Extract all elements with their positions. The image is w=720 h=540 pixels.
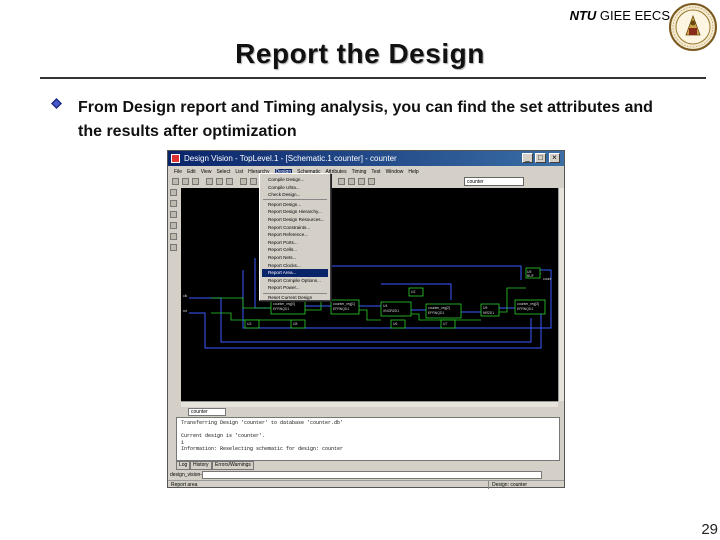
menu-item-report-compile-options[interactable]: Report Compile Options... bbox=[262, 277, 328, 285]
svg-text:EFRNQD1: EFRNQD1 bbox=[428, 311, 444, 315]
svg-text:XNOR2D1: XNOR2D1 bbox=[383, 309, 399, 313]
copy-icon[interactable] bbox=[216, 178, 223, 185]
svg-text:U4: U4 bbox=[383, 304, 387, 308]
svg-text:EFRNQD1: EFRNQD1 bbox=[517, 307, 533, 311]
design-select[interactable]: counter bbox=[464, 177, 524, 186]
menu-item-compile-ultra[interactable]: Compile Ultra... bbox=[262, 184, 328, 192]
menu-item-report-cells[interactable]: Report Cells... bbox=[262, 246, 328, 254]
hierarchy-icon[interactable] bbox=[358, 178, 365, 185]
menu-test[interactable]: Test bbox=[371, 169, 380, 175]
svg-text:EFRNQD1: EFRNQD1 bbox=[273, 307, 289, 311]
slide-title: Report the Design bbox=[235, 38, 485, 69]
save-icon[interactable] bbox=[192, 178, 199, 185]
maximize-icon[interactable]: □ bbox=[535, 153, 546, 163]
svg-text:counter_reg[0]: counter_reg[0] bbox=[273, 302, 295, 306]
zoom-in-icon[interactable] bbox=[240, 178, 247, 185]
menu-item-report-constraints[interactable]: Report Constraints... bbox=[262, 224, 328, 232]
schematic-canvas[interactable]: clk rst count counter_reg[0] EFRNQD1 cou… bbox=[181, 188, 558, 401]
menu-view[interactable]: View bbox=[201, 169, 212, 175]
open-icon[interactable] bbox=[182, 178, 189, 185]
zoom-tool-icon[interactable] bbox=[170, 200, 177, 207]
status-bar: Report area Design: counter bbox=[168, 480, 564, 489]
menu-file[interactable]: File bbox=[174, 169, 182, 175]
tab-history[interactable]: History bbox=[190, 461, 212, 470]
close-icon[interactable]: × bbox=[549, 153, 560, 163]
zoom-out-icon[interactable] bbox=[250, 178, 257, 185]
menu-item-report-design-resources[interactable]: Report Design Resources... bbox=[262, 216, 328, 224]
canvas-vertical-scrollbar[interactable] bbox=[558, 188, 564, 401]
svg-text:EFRNQD1: EFRNQD1 bbox=[333, 307, 349, 311]
svg-text:U6: U6 bbox=[393, 322, 397, 326]
menu-edit[interactable]: Edit bbox=[187, 169, 196, 175]
select-tool-icon[interactable] bbox=[170, 189, 177, 196]
svg-text:U8: U8 bbox=[293, 322, 297, 326]
pan-tool-icon[interactable] bbox=[170, 222, 177, 229]
app-window: Design Vision - TopLevel.1 - [Schematic.… bbox=[167, 150, 565, 489]
svg-text:rst: rst bbox=[183, 309, 187, 313]
menu-select[interactable]: Select bbox=[216, 169, 230, 175]
status-design: Design: counter bbox=[488, 481, 548, 489]
svg-text:count: count bbox=[543, 277, 551, 281]
tab-schematic-counter[interactable]: counter bbox=[188, 408, 226, 416]
menu-item-report-ports[interactable]: Report Ports... bbox=[262, 239, 328, 247]
menu-bar: File Edit View Select List Hierarchy Design Sch… bbox=[168, 167, 564, 177]
menu-item-report-area[interactable]: Report Area... bbox=[262, 269, 328, 277]
tab-errors-warnings[interactable]: Errors/Warnings bbox=[212, 461, 254, 470]
menu-item-report-reference[interactable]: Report Reference... bbox=[262, 231, 328, 239]
svg-text:NR2D1: NR2D1 bbox=[483, 311, 494, 315]
svg-text:U9: U9 bbox=[483, 306, 487, 310]
window-titlebar[interactable]: Design Vision - TopLevel.1 - [Schematic.… bbox=[168, 151, 564, 166]
tab-log[interactable]: Log bbox=[176, 461, 191, 470]
title-divider bbox=[40, 77, 706, 79]
minimize-icon[interactable]: _ bbox=[522, 153, 533, 163]
schematic-icon[interactable] bbox=[338, 178, 345, 185]
new-icon[interactable] bbox=[172, 178, 179, 185]
console-line: Information: Reselecting schematic for d… bbox=[181, 446, 344, 452]
org-dept: GIEE EECS bbox=[596, 8, 670, 23]
histogram-icon[interactable] bbox=[368, 178, 375, 185]
zoom-fit-icon[interactable] bbox=[170, 211, 177, 218]
org-label: NTU GIEE EECS bbox=[520, 8, 670, 23]
symbol-icon[interactable] bbox=[348, 178, 355, 185]
menu-item-report-design-hierarchy[interactable]: Report Design Hierarchy... bbox=[262, 208, 328, 216]
svg-text:U3: U3 bbox=[247, 322, 251, 326]
command-row: design_vision-xg-t> bbox=[170, 471, 562, 479]
org-abbrev: NTU bbox=[569, 8, 597, 23]
svg-text:counter_reg[1]: counter_reg[1] bbox=[333, 302, 355, 306]
svg-text:U7: U7 bbox=[443, 322, 447, 326]
page-number: 29 bbox=[701, 521, 718, 538]
menu-help[interactable]: Help bbox=[408, 169, 418, 175]
svg-text:clk: clk bbox=[183, 294, 187, 298]
menu-item-report-clocks[interactable]: Report Clocks... bbox=[262, 262, 328, 270]
diamond-bullet-icon bbox=[51, 98, 62, 109]
svg-text:counter_reg[2]: counter_reg[2] bbox=[428, 306, 450, 310]
window-title: Design Vision - TopLevel.1 - [Schematic.… bbox=[184, 154, 397, 163]
svg-text:counter_reg[3]: counter_reg[3] bbox=[517, 302, 539, 306]
left-toolbar bbox=[170, 189, 178, 389]
svg-text:U2: U2 bbox=[411, 290, 415, 294]
menu-item-report-design[interactable]: Report Design... bbox=[262, 201, 328, 209]
menu-item-reset-current-design[interactable]: Reset Current Design bbox=[262, 294, 328, 302]
menu-item-check-design[interactable]: Check Design... bbox=[262, 191, 328, 199]
bullet-text: From Design report and Timing analysis, … bbox=[78, 99, 653, 140]
menu-window[interactable]: Window bbox=[386, 169, 404, 175]
design-menu-dropdown: Compile Design... Compile Ultra... Check D… bbox=[259, 173, 331, 301]
menu-list[interactable]: List bbox=[235, 169, 243, 175]
view-tabs: counter bbox=[176, 407, 556, 417]
menu-item-report-power[interactable]: Report Power... bbox=[262, 284, 328, 292]
paste-icon[interactable] bbox=[226, 178, 233, 185]
menu-item-report-nets[interactable]: Report Nets... bbox=[262, 254, 328, 262]
command-input[interactable] bbox=[202, 471, 542, 479]
highlight-tool-icon[interactable] bbox=[170, 233, 177, 240]
cut-icon[interactable] bbox=[206, 178, 213, 185]
svg-text:BUF: BUF bbox=[527, 274, 534, 278]
console-output: Transferring Design 'counter' to databas… bbox=[176, 417, 560, 461]
app-icon bbox=[171, 154, 180, 163]
status-message: Report area bbox=[171, 482, 198, 488]
path-tool-icon[interactable] bbox=[170, 244, 177, 251]
menu-timing[interactable]: Timing bbox=[352, 169, 367, 175]
menu-item-compile-design[interactable]: Compile Design... bbox=[262, 176, 328, 184]
console-tabs: Log History Errors/Warnings bbox=[176, 461, 376, 470]
